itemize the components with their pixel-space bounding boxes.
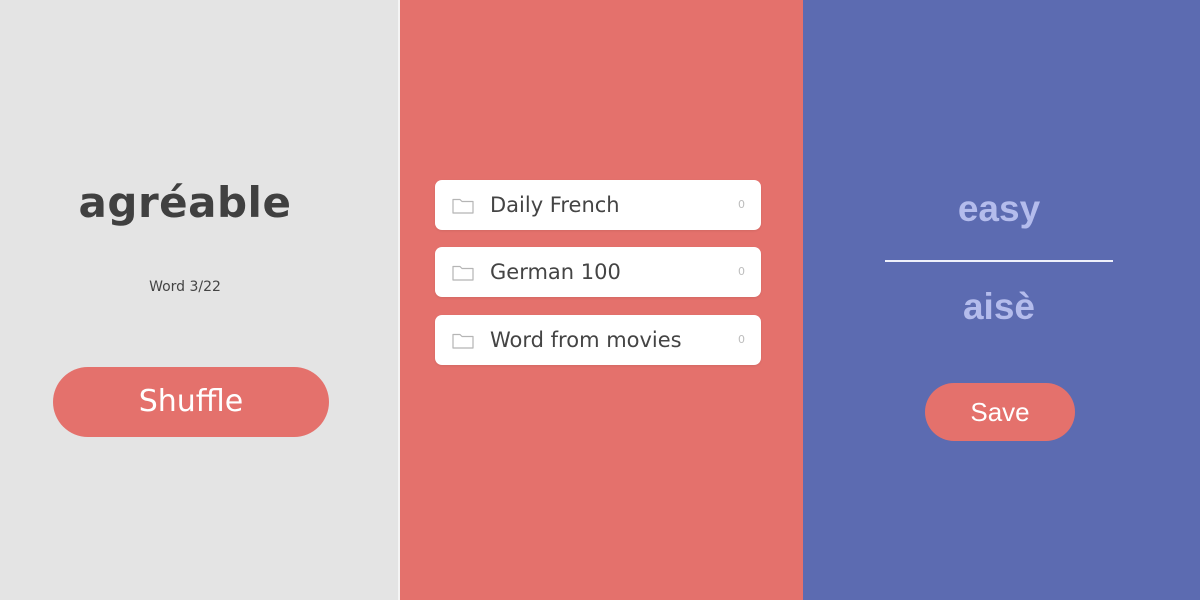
list-item-count: 0 bbox=[738, 333, 745, 346]
word-lists-panel: Daily French 0 German 100 0 Word from mo… bbox=[400, 0, 803, 600]
list-item-label: German 100 bbox=[490, 260, 621, 284]
translation-divider bbox=[885, 260, 1113, 262]
list-item-word-from-movies[interactable]: Word from movies 0 bbox=[435, 315, 761, 365]
list-item-count: 0 bbox=[738, 198, 745, 211]
list-item-german-100[interactable]: German 100 0 bbox=[435, 247, 761, 297]
translation-bottom: aisè bbox=[962, 286, 1035, 327]
list-item-label: Daily French bbox=[490, 193, 620, 217]
list-item-daily-french[interactable]: Daily French 0 bbox=[435, 180, 761, 230]
word-counter: Word 3/22 bbox=[149, 279, 221, 295]
shuffle-button[interactable]: Shuffle bbox=[53, 367, 329, 437]
list-item-label: Word from movies bbox=[490, 328, 682, 352]
flashcard-panel: agréable Word 3/22 Shuffle bbox=[0, 0, 398, 600]
save-button[interactable]: Save bbox=[925, 383, 1075, 441]
flashcard-word: agréable bbox=[78, 178, 292, 227]
list-item-count: 0 bbox=[738, 265, 745, 278]
translation-top: easy bbox=[957, 188, 1041, 229]
app-screens: agréable Word 3/22 Shuffle Daily French … bbox=[0, 0, 1200, 600]
folder-icon bbox=[452, 198, 474, 214]
translation-panel: easy aisè Save bbox=[803, 0, 1200, 600]
folder-icon bbox=[452, 333, 474, 349]
folder-icon bbox=[452, 265, 474, 281]
